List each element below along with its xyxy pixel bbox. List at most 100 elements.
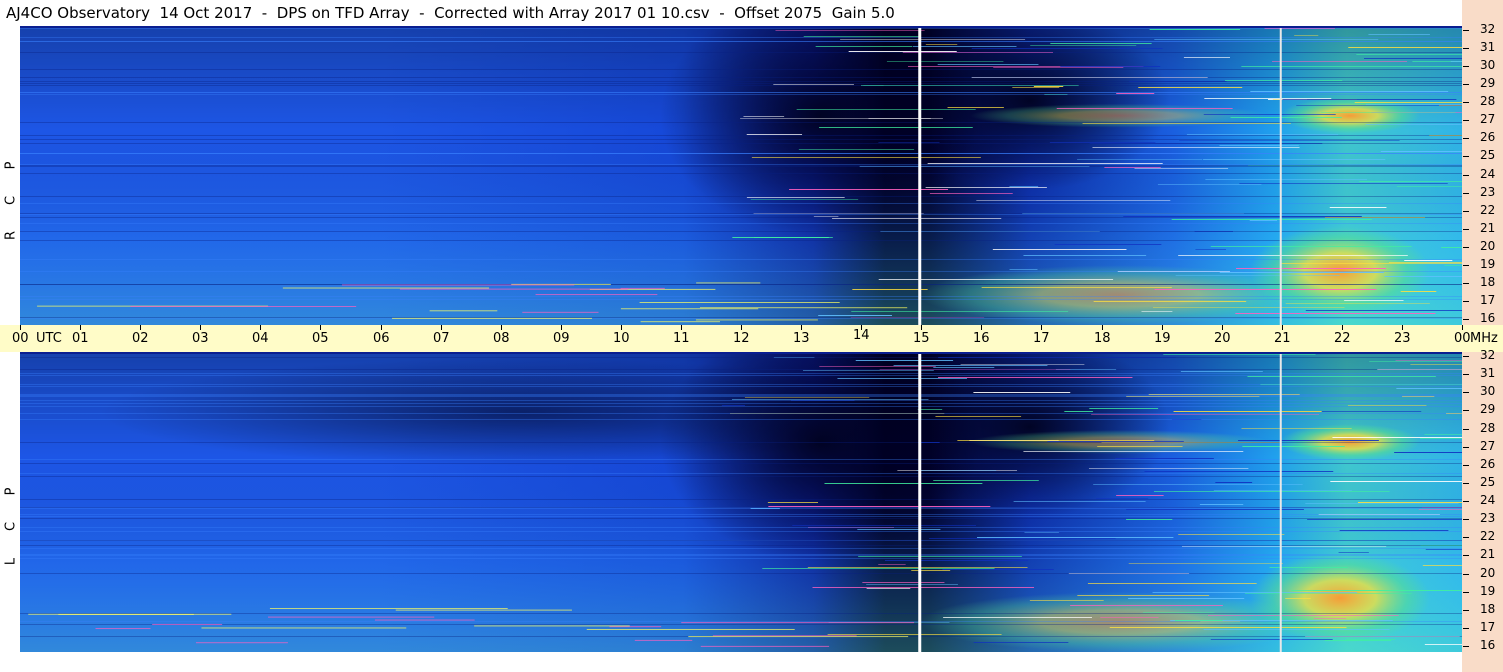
time-label: 11 — [673, 331, 690, 346]
spectrogram-feature — [20, 473, 1462, 474]
time-tick — [260, 325, 261, 330]
spectrogram-feature — [851, 311, 1069, 312]
spectrogram-feature — [1424, 434, 1462, 435]
spectrogram-feature — [1199, 504, 1244, 505]
spectrogram-feature — [973, 392, 1071, 393]
mhz-label: 20 — [1480, 239, 1496, 253]
spectrogram-feature — [981, 287, 1172, 288]
mhz-tick — [1463, 592, 1469, 593]
mhz-label: 29 — [1480, 402, 1496, 416]
spectrogram-feature — [868, 118, 931, 119]
lcp-spectrogram[interactable] — [20, 352, 1462, 652]
spectrogram-feature — [1115, 458, 1214, 459]
spectrogram-feature — [855, 360, 954, 361]
title-bar: AJ4CO Observatory 14 Oct 2017 - DPS on T… — [0, 0, 1462, 26]
spectrogram-feature — [20, 463, 1462, 464]
spectrogram-feature — [699, 307, 908, 309]
spectrogram-feature — [20, 395, 1462, 396]
time-tick — [921, 325, 922, 330]
time-tick — [320, 325, 321, 330]
mhz-tick — [1463, 120, 1469, 121]
spectrogram-feature — [1077, 159, 1203, 160]
spectrogram-feature — [20, 52, 1462, 53]
spectrogram-feature — [1344, 300, 1404, 301]
spectrogram-feature — [20, 419, 1462, 420]
time-tick — [681, 325, 682, 330]
spectrogram-feature — [918, 26, 922, 325]
spectrogram-feature — [269, 608, 508, 610]
spectrogram-feature — [1097, 446, 1183, 447]
spectrogram-feature — [1207, 615, 1399, 616]
mhz-label: 23 — [1480, 185, 1496, 199]
spectrogram-feature — [866, 588, 911, 589]
spectrogram-feature — [1307, 519, 1462, 520]
mhz-tick — [1463, 447, 1469, 448]
spectrogram-feature — [20, 203, 1462, 204]
spectrogram-feature — [852, 289, 928, 290]
spectrogram-feature — [20, 166, 1462, 167]
spectrogram-feature — [933, 480, 1039, 481]
spectrogram-feature — [957, 440, 1155, 441]
mhz-tick — [1463, 646, 1469, 647]
spectrogram-feature — [130, 306, 357, 308]
spectrogram-feature — [20, 26, 1462, 28]
spectrogram-feature — [1357, 502, 1462, 503]
spectrogram-feature — [993, 67, 1124, 68]
spectrogram-feature — [20, 499, 1462, 500]
spectrogram-feature — [20, 271, 1462, 272]
spectrogram-feature — [1363, 58, 1462, 59]
mhz-label: 23 — [1480, 511, 1496, 525]
mhz-label: 20 — [1480, 566, 1496, 580]
spectrogram-feature — [807, 567, 1028, 568]
spectrogram-feature — [1174, 620, 1223, 621]
spectrogram-feature — [522, 311, 599, 313]
time-axis: 00 01 02 03 04 05 06 07 08 09 10 11 12 13 14 15 16 17 18 19… — [0, 325, 1503, 352]
mhz-tick — [1463, 211, 1469, 212]
spectrogram-feature — [1450, 61, 1462, 62]
spectrogram-feature — [20, 81, 1462, 82]
mhz-label: 17 — [1480, 620, 1496, 634]
time-label: 16 — [973, 331, 990, 346]
spectrogram-feature — [1030, 45, 1137, 46]
time-tick — [1222, 325, 1223, 330]
spectrogram-feature — [848, 51, 957, 52]
spectrogram-feature — [1077, 595, 1210, 596]
spectrogram-feature — [1365, 124, 1462, 125]
spectrogram-feature — [1338, 552, 1369, 553]
spectrogram-feature — [20, 223, 1462, 224]
spectrogram-feature — [1404, 260, 1453, 261]
spectrogram-feature — [775, 30, 925, 31]
spectrogram-feature — [746, 134, 803, 135]
spectrogram-feature — [1104, 167, 1161, 168]
rcp-spectrogram[interactable] — [20, 26, 1462, 325]
mhz-tick — [1463, 501, 1469, 502]
spectrogram-feature — [696, 282, 761, 284]
lcp-label-char: C — [3, 521, 19, 532]
spectrogram-feature — [937, 64, 1039, 65]
spectrogram-feature — [878, 564, 906, 565]
spectrogram-feature — [878, 279, 1114, 280]
spectrogram-feature — [1116, 495, 1164, 496]
spectrogram-feature — [20, 442, 1462, 443]
spectrogram-feature — [1313, 590, 1462, 591]
spectrogram-feature — [1354, 102, 1462, 103]
spectrogram-feature — [268, 616, 435, 618]
mhz-label: 28 — [1480, 94, 1496, 108]
spectrogram-feature — [20, 621, 1462, 622]
spectrogram-feature — [796, 109, 976, 110]
mhz-label: 26 — [1480, 457, 1496, 471]
spectrogram-feature — [862, 582, 945, 583]
spectrogram-feature — [1368, 34, 1430, 35]
spectrogram-feature — [1060, 66, 1161, 67]
spectrogram-feature — [20, 384, 1462, 385]
spectrogram-feature — [20, 508, 1462, 509]
mhz-label: 30 — [1480, 58, 1496, 72]
spectrogram-feature — [688, 636, 909, 638]
spectrogram-feature — [20, 41, 1462, 42]
spectrogram-feature — [1096, 498, 1149, 499]
spectrogram-feature — [1157, 184, 1262, 185]
spectrogram-feature — [1396, 186, 1462, 187]
rcp-label-char: C — [3, 195, 19, 206]
lcp-label-char: P — [3, 487, 19, 496]
spectrogram-feature — [1195, 249, 1227, 250]
